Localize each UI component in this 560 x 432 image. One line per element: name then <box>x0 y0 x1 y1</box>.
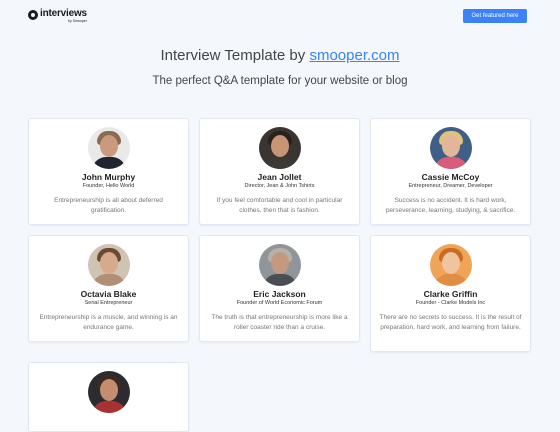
avatar <box>258 244 301 286</box>
interviewee-name: Clarke Griffin <box>423 289 478 299</box>
interview-card[interactable]: Eric Jackson Founder of World Economic F… <box>199 235 360 342</box>
top-bar: interviews by Smooper Get featured here <box>0 0 560 32</box>
interview-quote: Entrepreneurship is all about deferred g… <box>54 196 163 214</box>
interview-card[interactable]: Jean Jollet Director, Jean & John Tshirt… <box>199 118 360 225</box>
avatar <box>87 127 130 169</box>
interviewee-role: Entrepreneur, Dreamer, Developer <box>408 183 493 190</box>
interviews-logo[interactable]: interviews by Smooper <box>28 9 87 24</box>
interviewee-role: Director, Jean & John Tshirts <box>244 183 315 190</box>
logo-text: interviews by Smooper <box>40 9 87 24</box>
interviewee-name: John Murphy <box>81 172 136 182</box>
page-title-prefix: Interview Template by <box>160 47 310 64</box>
page-subtitle: The perfect Q&A template for your websit… <box>152 75 408 87</box>
page-title: Interview Template by smooper.com <box>0 47 560 64</box>
interviewee-name: Eric Jackson <box>253 289 306 299</box>
interview-quote: There are no secrets to success. It is t… <box>379 313 522 331</box>
interview-card[interactable] <box>28 362 189 432</box>
interview-card[interactable]: Cassie McCoy Entrepreneur, Dreamer, Deve… <box>370 118 531 225</box>
interviewee-role: Founder, Hello World <box>82 183 135 190</box>
logo-sub: by Smooper <box>68 19 87 23</box>
avatar <box>258 127 301 169</box>
interview-card[interactable]: John Murphy Founder, Hello World Entrepr… <box>28 118 189 225</box>
smooper-link[interactable]: smooper.com <box>309 47 399 64</box>
logo-mark-icon <box>28 10 38 20</box>
interview-card[interactable]: Octavia Blake Serial Entrepreneur Entrep… <box>28 235 189 342</box>
logo-word: interviews <box>40 8 87 19</box>
interviewee-name: Jean Jollet <box>257 172 302 182</box>
interview-quote: Entrepreneurship is a muscle, and winnin… <box>39 313 178 331</box>
get-featured-button[interactable]: Get featured here <box>463 9 527 23</box>
interviewee-role: Founder of World Economic Forum <box>236 300 323 307</box>
avatar <box>87 371 130 413</box>
interview-quote: Success is no accident. It is hard work,… <box>385 196 516 214</box>
interviewee-role: Founder - Clarke Models Inc <box>415 300 486 307</box>
avatar <box>429 127 472 169</box>
avatar <box>87 244 130 286</box>
interview-quote: The truth is that entrepreneurship is mo… <box>211 313 348 331</box>
interviewee-role: Serial Entrepreneur <box>84 300 133 307</box>
avatar <box>429 244 472 286</box>
interviewee-name: Cassie McCoy <box>421 172 480 182</box>
interview-quote: If you feel comfortable and cool in part… <box>216 196 343 214</box>
interview-card[interactable]: Clarke Griffin Founder - Clarke Models I… <box>370 235 531 352</box>
interviewee-name: Octavia Blake <box>80 289 137 299</box>
